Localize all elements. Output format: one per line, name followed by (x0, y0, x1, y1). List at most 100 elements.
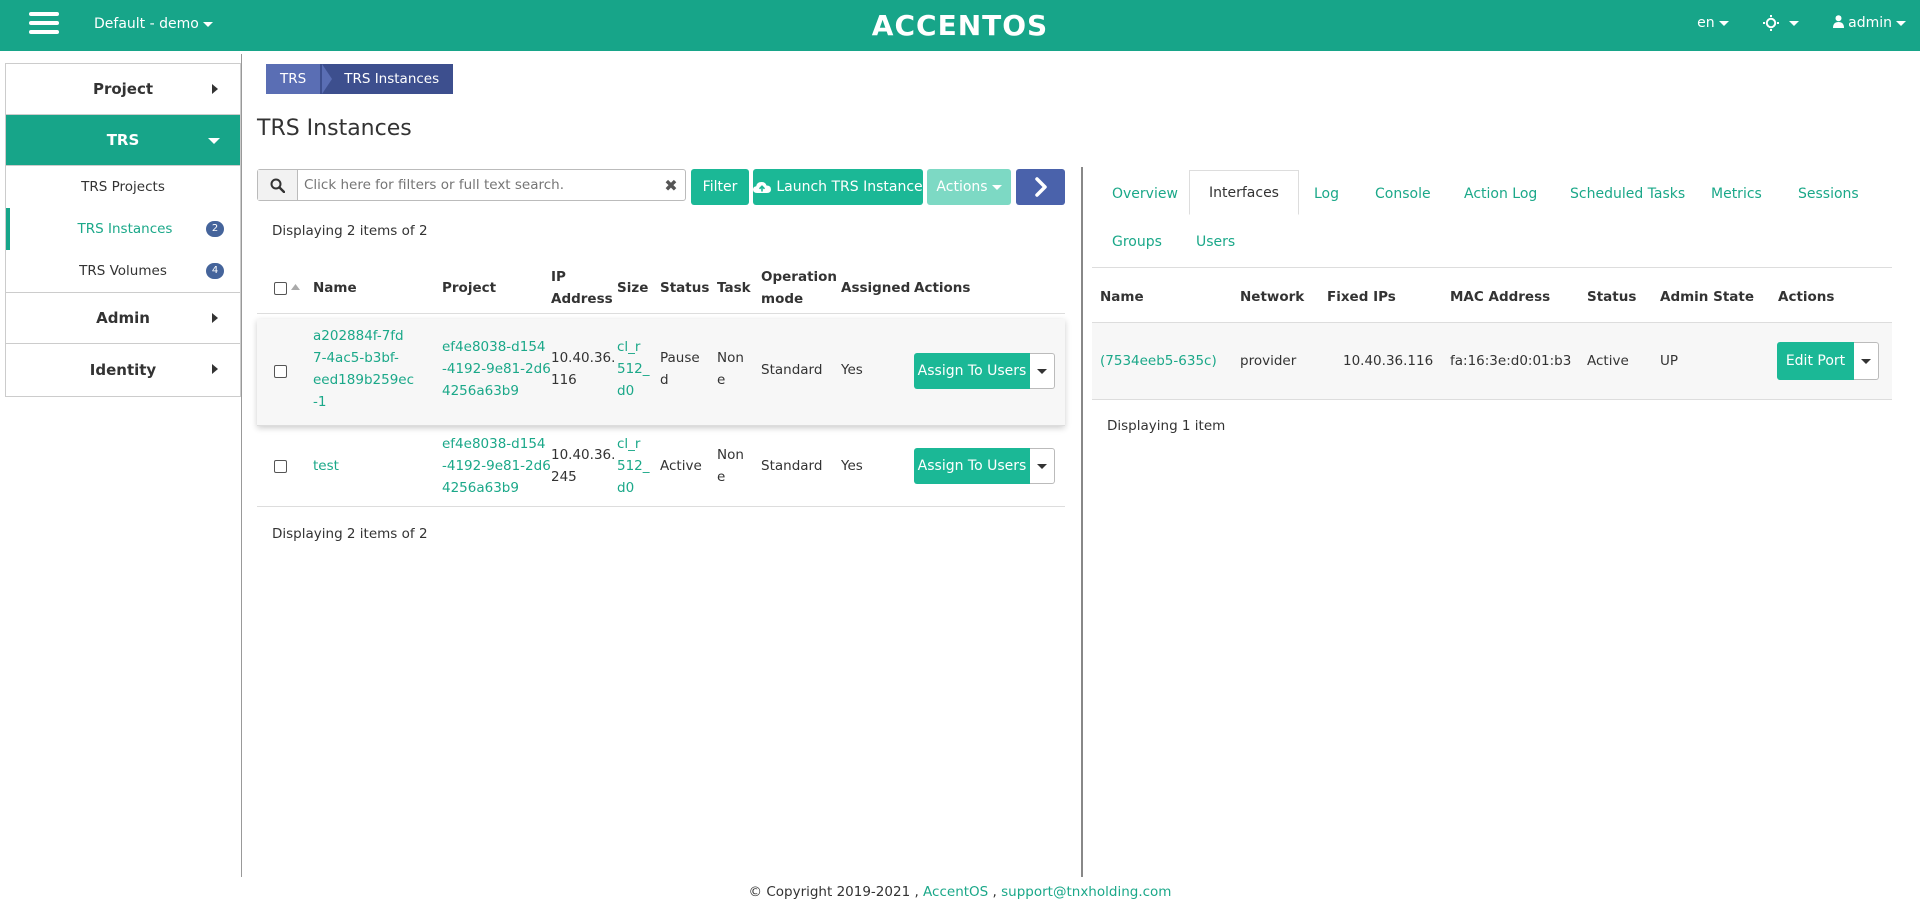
assign-to-users-button[interactable]: Assign To Users (914, 353, 1030, 389)
chevron-right-icon (212, 364, 218, 374)
text-line: 512_ (617, 361, 650, 377)
text-line: 512_ (617, 458, 650, 474)
chevron-down-icon (991, 184, 1002, 190)
header-status[interactable]: Status (1587, 286, 1636, 308)
header-task[interactable]: Task (717, 277, 751, 299)
theme-selector[interactable] (1762, 15, 1799, 31)
size-link[interactable]: cl_r 512_ d0 (617, 336, 650, 402)
page-title: TRS Instances (257, 116, 412, 141)
text-line: 245 (551, 469, 577, 485)
header-assigned[interactable]: Assigned (841, 277, 910, 299)
tab-users[interactable]: Users (1196, 234, 1235, 250)
header-mac-address[interactable]: MAC Address (1450, 286, 1550, 308)
header-size[interactable]: Size (617, 277, 648, 299)
header-name[interactable]: Name (313, 277, 357, 299)
port-actions-dropdown[interactable] (1854, 342, 1879, 380)
instances-count-bottom: Displaying 2 items of 2 (272, 526, 428, 542)
tab-action-log[interactable]: Action Log (1464, 186, 1537, 202)
sidebar-section-identity[interactable]: Identity (6, 344, 240, 395)
header-operation-mode[interactable]: Operation mode (761, 266, 837, 310)
chevron-down-icon (1788, 20, 1799, 26)
select-all-checkbox[interactable] (274, 282, 287, 295)
header-fixed-ips[interactable]: Fixed IPs (1327, 286, 1396, 308)
search-input[interactable] (298, 170, 657, 200)
search-button[interactable] (258, 170, 298, 200)
filter-button[interactable]: Filter (691, 169, 749, 205)
header-status[interactable]: Status (660, 277, 709, 299)
text-line: ef4e8038-d154 (442, 436, 546, 452)
tabs-underline (1092, 267, 1892, 268)
sidebar-section-label: Project (92, 80, 154, 98)
row-checkbox[interactable] (274, 365, 287, 378)
text-line: Non (717, 350, 744, 366)
header-ip-line1: IP (551, 269, 566, 285)
sort-icon[interactable] (291, 284, 300, 290)
row-checkbox[interactable] (274, 460, 287, 473)
sidebar-section-project[interactable]: Project (6, 64, 240, 115)
header-project[interactable]: Project (442, 277, 496, 299)
tab-log[interactable]: Log (1314, 186, 1339, 202)
sidebar-section-label: TRS (106, 131, 140, 149)
sidebar-item-label: TRS Volumes (79, 263, 167, 279)
header-admin-state[interactable]: Admin State (1660, 286, 1754, 308)
instance-name-link[interactable]: test (313, 455, 339, 477)
admin-state-text: UP (1660, 353, 1679, 369)
text-line: a202884f-7fd (313, 328, 404, 344)
task-text: Non e (717, 347, 744, 391)
brand-link[interactable]: AccentOS (923, 884, 988, 900)
cloud-upload-icon (753, 181, 772, 193)
operation-mode-text: Standard (761, 458, 823, 474)
breadcrumb-item-trs-instances[interactable]: TRS Instances (320, 64, 454, 94)
clear-icon[interactable]: ✖ (657, 170, 685, 200)
sidebar-item-trs-projects[interactable]: TRS Projects (6, 166, 240, 208)
size-link[interactable]: cl_r 512_ d0 (617, 433, 650, 499)
port-action-group: Edit Port (1777, 342, 1879, 380)
text-line: cl_r (617, 436, 641, 452)
port-name-link[interactable]: (7534eeb5-635c) (1100, 350, 1217, 372)
text-line: e (717, 469, 726, 485)
chevron-down-icon (208, 138, 220, 144)
tab-sessions[interactable]: Sessions (1798, 186, 1859, 202)
header-name[interactable]: Name (1100, 286, 1144, 308)
tab-groups[interactable]: Groups (1112, 234, 1162, 250)
launch-label: Launch TRS Instance (776, 179, 923, 195)
sidebar-item-trs-volumes[interactable]: TRS Volumes 4 (6, 250, 240, 292)
assigned-text: Yes (841, 458, 863, 474)
table-row: test ef4e8038-d154 -4192-9e81-2d6 4256a6… (257, 426, 1065, 507)
row-actions-dropdown[interactable] (1030, 353, 1055, 389)
top-bar: Default - demo ACCENTOS en admin (0, 0, 1920, 51)
sidebar-item-label: TRS Instances (77, 221, 173, 237)
search-icon (270, 178, 285, 193)
text-line: Non (717, 447, 744, 463)
network-text: provider (1240, 353, 1297, 369)
project-link[interactable]: ef4e8038-d154 -4192-9e81-2d6 4256a63b9 (442, 336, 551, 402)
chevron-down-icon (1861, 358, 1871, 364)
header-ip-address[interactable]: IP Address (551, 266, 613, 310)
user-menu[interactable]: admin (1832, 15, 1906, 31)
tab-console[interactable]: Console (1375, 186, 1431, 202)
header-opmode-line2: mode (761, 291, 804, 307)
footer: © Copyright 2019-2021 , AccentOS , suppo… (0, 884, 1920, 900)
tab-overview[interactable]: Overview (1112, 186, 1178, 202)
support-email-link[interactable]: support@tnxholding.com (1001, 884, 1171, 900)
sidebar-section-admin[interactable]: Admin (6, 293, 240, 344)
assign-to-users-button[interactable]: Assign To Users (914, 448, 1030, 484)
next-panel-button[interactable] (1016, 169, 1065, 205)
tab-interfaces[interactable]: Interfaces (1189, 170, 1299, 215)
breadcrumb-item-trs[interactable]: TRS (266, 64, 321, 94)
tab-metrics[interactable]: Metrics (1711, 186, 1762, 202)
edit-port-button[interactable]: Edit Port (1777, 342, 1854, 380)
text-line: 10.40.36. (551, 447, 616, 463)
row-actions-dropdown[interactable] (1030, 448, 1055, 484)
tab-scheduled-tasks[interactable]: Scheduled Tasks (1570, 186, 1685, 202)
sidebar-item-trs-instances[interactable]: TRS Instances 2 (6, 208, 240, 250)
actions-dropdown-button[interactable]: Actions (927, 169, 1011, 205)
launch-trs-instance-button[interactable]: Launch TRS Instance (753, 169, 923, 205)
sidebar: Project TRS TRS Projects TRS Instances 2… (5, 63, 241, 397)
instance-name-link[interactable]: a202884f-7fd 7-4ac5-b3bf- eed189b259ec -… (313, 325, 414, 413)
sidebar-section-trs[interactable]: TRS (6, 115, 240, 166)
project-link[interactable]: ef4e8038-d154 -4192-9e81-2d6 4256a63b9 (442, 433, 551, 499)
header-network[interactable]: Network (1240, 286, 1304, 308)
language-selector[interactable]: en (1697, 15, 1729, 31)
sidebar-divider (241, 54, 242, 877)
